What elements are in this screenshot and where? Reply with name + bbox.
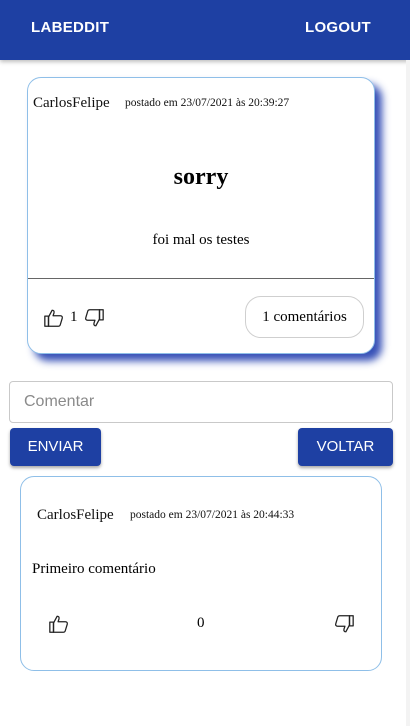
post-author: CarlosFelipe (33, 95, 110, 111)
brand-logo-button[interactable]: LABEDDIT (31, 19, 109, 36)
comment-vote-count: 0 (197, 615, 205, 631)
app-header: LABEDDIT LOGOUT (0, 0, 410, 60)
thumb-down-icon[interactable] (83, 307, 105, 329)
logout-button[interactable]: LOGOUT (305, 19, 371, 36)
comment-card: CarlosFelipe postado em 23/07/2021 às 20… (20, 476, 382, 671)
back-button[interactable]: VOLTAR (298, 428, 393, 466)
thumb-down-icon[interactable] (333, 613, 355, 635)
comment-timestamp: postado em 23/07/2021 às 20:44:33 (130, 509, 295, 521)
post-card: CarlosFelipe postado em 23/07/2021 às 20… (27, 77, 375, 354)
post-body: foi mal os testes (152, 232, 250, 248)
comment-input[interactable] (9, 381, 393, 423)
thumb-up-icon[interactable] (43, 307, 65, 329)
send-button[interactable]: ENVIAR (10, 428, 101, 466)
comment-body: Primeiro comentário (32, 561, 156, 577)
thumb-up-icon[interactable] (48, 613, 70, 635)
post-vote-count: 1 (70, 309, 78, 325)
comments-count-button[interactable]: 1 comentários (245, 296, 364, 338)
comment-author: CarlosFelipe (37, 507, 114, 523)
post-timestamp: postado em 23/07/2021 às 20:39:27 (125, 97, 290, 109)
divider (28, 278, 374, 279)
scrollbar-track[interactable] (406, 60, 410, 726)
post-title: sorry (173, 164, 229, 190)
